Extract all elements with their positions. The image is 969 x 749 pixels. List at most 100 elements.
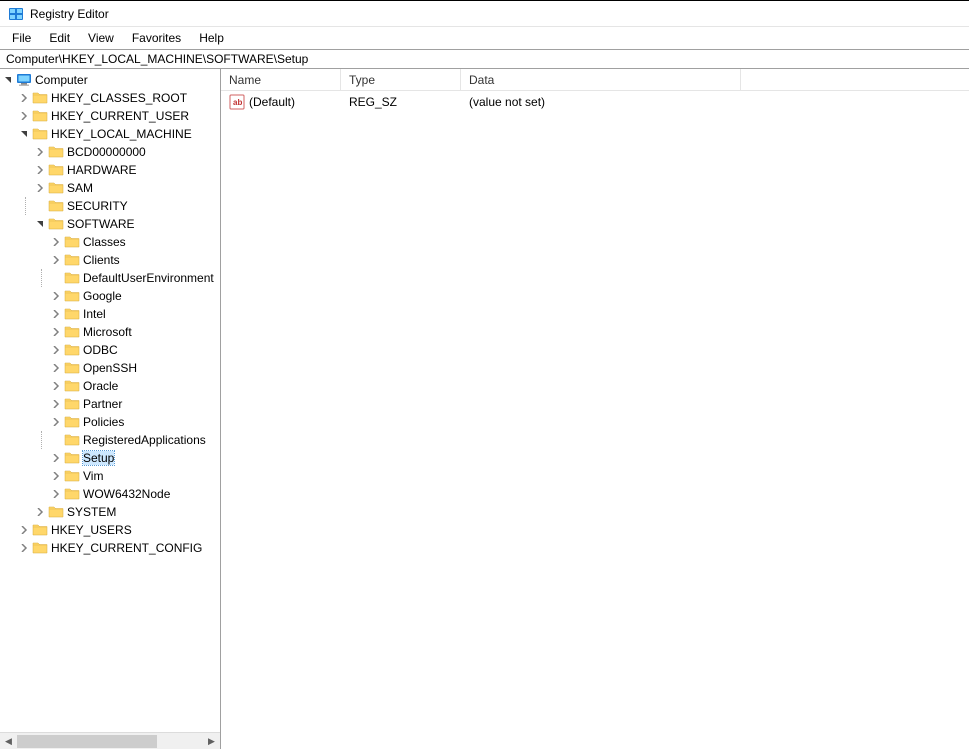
tree-node-odbc[interactable]: ODBC <box>2 341 220 359</box>
tree-node-registeredapps[interactable]: • RegisteredApplications <box>2 431 220 449</box>
registry-tree[interactable]: Computer HKEY_CLASSES_ROOT HKEY_CURRENT_… <box>0 69 220 732</box>
chevron-right-icon[interactable] <box>50 470 62 482</box>
tree-label-wow6432: WOW6432Node <box>83 487 170 501</box>
chevron-right-icon[interactable] <box>50 362 62 374</box>
tree-label-hkcr: HKEY_CLASSES_ROOT <box>51 91 187 105</box>
chevron-right-icon[interactable] <box>34 164 46 176</box>
tree-label-defaultuserenv: DefaultUserEnvironment <box>83 271 214 285</box>
menu-view[interactable]: View <box>80 29 122 47</box>
chevron-right-icon[interactable] <box>50 290 62 302</box>
chevron-down-icon[interactable] <box>2 74 14 86</box>
chevron-right-icon[interactable] <box>50 380 62 392</box>
folder-icon <box>64 270 80 286</box>
tree-node-hardware[interactable]: HARDWARE <box>2 161 220 179</box>
menubar: File Edit View Favorites Help <box>0 27 969 49</box>
folder-icon <box>48 180 64 196</box>
scroll-track[interactable] <box>17 733 203 749</box>
chevron-right-icon[interactable] <box>50 236 62 248</box>
tree-node-sam[interactable]: SAM <box>2 179 220 197</box>
chevron-right-icon[interactable] <box>50 254 62 266</box>
computer-icon <box>16 72 32 88</box>
menu-help[interactable]: Help <box>191 29 232 47</box>
chevron-right-icon[interactable] <box>50 308 62 320</box>
value-row-default[interactable]: (Default) REG_SZ (value not set) <box>221 93 969 111</box>
window-title: Registry Editor <box>30 7 109 21</box>
tree-label-oracle: Oracle <box>83 379 118 393</box>
main-split: Computer HKEY_CLASSES_ROOT HKEY_CURRENT_… <box>0 69 969 749</box>
menu-file[interactable]: File <box>4 29 39 47</box>
tree-node-system[interactable]: SYSTEM <box>2 503 220 521</box>
tree-node-defaultuserenv[interactable]: • DefaultUserEnvironment <box>2 269 220 287</box>
tree-node-hkcu[interactable]: HKEY_CURRENT_USER <box>2 107 220 125</box>
tree-pane: Computer HKEY_CLASSES_ROOT HKEY_CURRENT_… <box>0 69 221 749</box>
folder-icon <box>32 522 48 538</box>
chevron-right-icon[interactable] <box>18 524 30 536</box>
tree-node-intel[interactable]: Intel <box>2 305 220 323</box>
chevron-right-icon[interactable] <box>18 542 30 554</box>
tree-node-security[interactable]: • SECURITY <box>2 197 220 215</box>
address-bar[interactable]: Computer\HKEY_LOCAL_MACHINE\SOFTWARE\Set… <box>0 49 969 69</box>
folder-icon <box>64 396 80 412</box>
tree-label-system: SYSTEM <box>67 505 116 519</box>
folder-icon <box>48 162 64 178</box>
tree-node-hklm[interactable]: HKEY_LOCAL_MACHINE <box>2 125 220 143</box>
folder-icon <box>64 486 80 502</box>
chevron-right-icon[interactable] <box>50 326 62 338</box>
tree-node-policies[interactable]: Policies <box>2 413 220 431</box>
chevron-down-icon[interactable] <box>34 218 46 230</box>
folder-icon <box>48 198 64 214</box>
tree-node-hku[interactable]: HKEY_USERS <box>2 521 220 539</box>
chevron-right-icon[interactable] <box>50 452 62 464</box>
chevron-right-icon[interactable] <box>50 344 62 356</box>
tree-node-hkcc[interactable]: HKEY_CURRENT_CONFIG <box>2 539 220 557</box>
tree-label-hkcu: HKEY_CURRENT_USER <box>51 109 189 123</box>
tree-node-wow6432[interactable]: WOW6432Node <box>2 485 220 503</box>
tree-node-microsoft[interactable]: Microsoft <box>2 323 220 341</box>
chevron-right-icon[interactable] <box>34 146 46 158</box>
address-path: Computer\HKEY_LOCAL_MACHINE\SOFTWARE\Set… <box>6 52 308 66</box>
tree-label-computer: Computer <box>35 73 88 87</box>
tree-node-classes[interactable]: Classes <box>2 233 220 251</box>
tree-label-microsoft: Microsoft <box>83 325 132 339</box>
chevron-right-icon[interactable] <box>50 416 62 428</box>
scroll-thumb[interactable] <box>17 735 157 748</box>
folder-icon <box>64 252 80 268</box>
values-pane: Name Type Data (Default) REG_SZ (value n… <box>221 69 969 749</box>
chevron-right-icon[interactable] <box>18 92 30 104</box>
tree-label-intel: Intel <box>83 307 106 321</box>
tree-node-setup[interactable]: Setup <box>2 449 220 467</box>
chevron-down-icon[interactable] <box>18 128 30 140</box>
tree-node-computer[interactable]: Computer <box>2 71 220 89</box>
tree-node-bcd[interactable]: BCD00000000 <box>2 143 220 161</box>
values-list[interactable]: (Default) REG_SZ (value not set) <box>221 91 969 749</box>
tree-node-clients[interactable]: Clients <box>2 251 220 269</box>
scroll-right-icon[interactable]: ▶ <box>203 733 220 749</box>
tree-node-google[interactable]: Google <box>2 287 220 305</box>
tree-scrollbar-horizontal[interactable]: ◀ ▶ <box>0 732 220 749</box>
value-type: REG_SZ <box>349 95 397 109</box>
tree-node-hkcr[interactable]: HKEY_CLASSES_ROOT <box>2 89 220 107</box>
menu-edit[interactable]: Edit <box>41 29 78 47</box>
chevron-right-icon[interactable] <box>34 182 46 194</box>
chevron-right-icon[interactable] <box>50 398 62 410</box>
chevron-right-icon[interactable] <box>34 506 46 518</box>
values-header: Name Type Data <box>221 69 969 91</box>
tree-label-openssh: OpenSSH <box>83 361 137 375</box>
tree-node-vim[interactable]: Vim <box>2 467 220 485</box>
column-header-name[interactable]: Name <box>221 69 341 90</box>
menu-favorites[interactable]: Favorites <box>124 29 189 47</box>
folder-icon <box>64 432 80 448</box>
tree-label-hkcc: HKEY_CURRENT_CONFIG <box>51 541 202 555</box>
column-header-type[interactable]: Type <box>341 69 461 90</box>
tree-label-hardware: HARDWARE <box>67 163 137 177</box>
tree-node-partner[interactable]: Partner <box>2 395 220 413</box>
tree-label-odbc: ODBC <box>83 343 118 357</box>
chevron-right-icon[interactable] <box>18 110 30 122</box>
tree-node-oracle[interactable]: Oracle <box>2 377 220 395</box>
tree-label-policies: Policies <box>83 415 124 429</box>
tree-node-software[interactable]: SOFTWARE <box>2 215 220 233</box>
scroll-left-icon[interactable]: ◀ <box>0 733 17 749</box>
tree-node-openssh[interactable]: OpenSSH <box>2 359 220 377</box>
chevron-right-icon[interactable] <box>50 488 62 500</box>
column-header-data[interactable]: Data <box>461 69 741 90</box>
